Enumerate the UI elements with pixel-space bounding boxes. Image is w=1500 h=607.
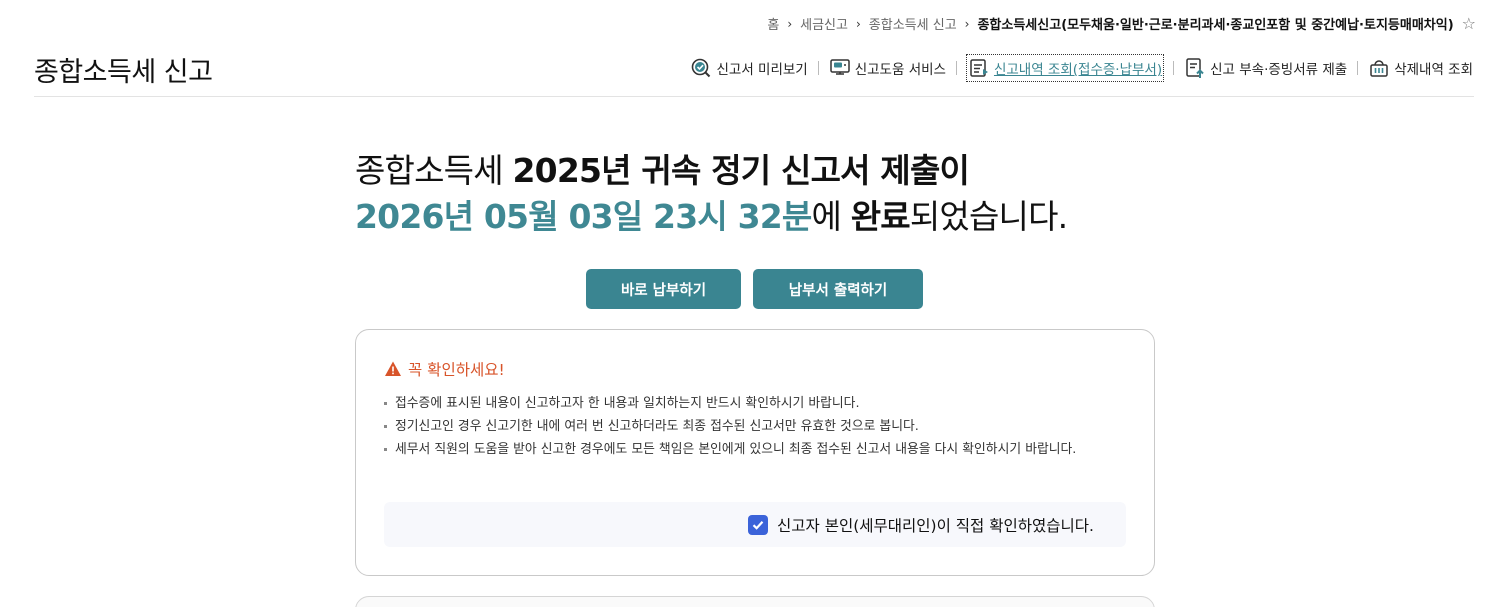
breadcrumb-income-tax-report[interactable]: 종합소득세 신고 — [869, 14, 957, 33]
pay-now-button[interactable]: 바로 납부하기 — [586, 269, 741, 309]
warning-icon — [385, 361, 401, 376]
star-icon[interactable]: ☆ — [1462, 14, 1476, 33]
nav-label: 신고내역 조회(접수증·납부서) — [993, 62, 1163, 78]
notice-title: 꼭 확인하세요! — [384, 358, 505, 380]
breadcrumb-tax-report[interactable]: 세금신고 — [800, 14, 848, 33]
completion-line-2: 2026년 05월 03일 23시 32분에 완료되었습니다. — [355, 194, 1155, 240]
list-item: 세무서 직원의 도움을 받아 신고한 경우에도 모든 책임은 본인에게 있으니 … — [384, 439, 1114, 460]
nav-divider — [1357, 61, 1359, 75]
nav-divider — [1173, 61, 1175, 75]
nav-report-history[interactable]: 신고내역 조회(접수증·납부서) — [965, 54, 1165, 82]
breadcrumb: 홈 › 세금신고 › 종합소득세 신고 › 종합소득세신고(모두채움·일반·근로… — [767, 14, 1476, 33]
action-buttons: 바로 납부하기 납부서 출력하기 — [586, 269, 923, 309]
header-nav: 신고서 미리보기 신고도움 서비스 신고내역 조회(접수증·납부서) 신고 부속… — [689, 54, 1474, 82]
hero-prefix: 종합소득세 — [355, 151, 513, 190]
nav-divider — [817, 61, 819, 75]
list-item: 정기신고인 경우 신고기한 내에 여러 번 신고하더라도 최종 접수된 신고서만… — [384, 416, 1114, 437]
completion-line-1: 종합소득세 2025년 귀속 정기 신고서 제출이 — [355, 148, 1155, 194]
monitor-chat-icon — [829, 57, 851, 79]
notice-list: 접수증에 표시된 내용이 신고하고자 한 내용과 일치하는지 반드시 확인하시기… — [384, 393, 1114, 462]
hero-suffix: 되었습니다. — [909, 197, 1068, 236]
document-list-icon — [968, 57, 990, 79]
magnifier-check-icon — [690, 57, 712, 79]
hero-particle: 에 — [811, 197, 851, 236]
completion-message: 종합소득세 2025년 귀속 정기 신고서 제출이 2026년 05월 03일 … — [355, 148, 1155, 240]
nav-help-service[interactable]: 신고도움 서비스 — [828, 55, 947, 81]
confirm-row: 신고자 본인(세무대리인)이 직접 확인하였습니다. — [384, 502, 1126, 547]
nav-label: 신고서 미리보기 — [716, 62, 808, 78]
confirm-checkbox[interactable] — [747, 514, 768, 535]
print-bill-button[interactable]: 납부서 출력하기 — [753, 269, 923, 309]
hero-report-title: 2025년 귀속 정기 신고서 제출이 — [512, 151, 970, 190]
chevron-right-icon: › — [787, 16, 793, 31]
nav-deleted-history[interactable]: 삭제내역 조회 — [1367, 55, 1474, 81]
chevron-right-icon: › — [855, 16, 861, 31]
notice-title-text: 꼭 확인하세요! — [408, 361, 505, 379]
chevron-right-icon: › — [964, 16, 970, 31]
list-item: 접수증에 표시된 내용이 신고하고자 한 내용과 일치하는지 반드시 확인하시기… — [384, 393, 1114, 414]
page-title: 종합소득세 신고 — [34, 57, 213, 88]
nav-label: 신고 부속·증빙서류 제출 — [1210, 62, 1348, 78]
confirm-label[interactable]: 신고자 본인(세무대리인)이 직접 확인하였습니다. — [777, 514, 1094, 536]
nav-label: 신고도움 서비스 — [854, 62, 946, 78]
header-divider — [34, 96, 1474, 97]
nav-label: 삭제내역 조회 — [1394, 62, 1473, 78]
hero-complete-word: 완료 — [850, 197, 911, 236]
notice-card: 꼭 확인하세요! 접수증에 표시된 내용이 신고하고자 한 내용과 일치하는지 … — [355, 329, 1155, 576]
nav-submit-documents[interactable]: 신고 부속·증빙서류 제출 — [1183, 55, 1348, 81]
next-card — [355, 596, 1155, 607]
breadcrumb-home[interactable]: 홈 — [767, 14, 779, 33]
nav-divider — [955, 61, 957, 75]
nav-preview-report[interactable]: 신고서 미리보기 — [689, 55, 808, 81]
trash-basket-icon — [1368, 57, 1390, 79]
submission-datetime: 2026년 05월 03일 23시 32분 — [355, 197, 812, 236]
breadcrumb-current: 종합소득세신고(모두채움·일반·근로·분리과세·종교인포함 및 중간예납·토지등… — [977, 18, 1454, 33]
document-upload-icon — [1184, 57, 1206, 79]
check-icon — [752, 520, 764, 530]
